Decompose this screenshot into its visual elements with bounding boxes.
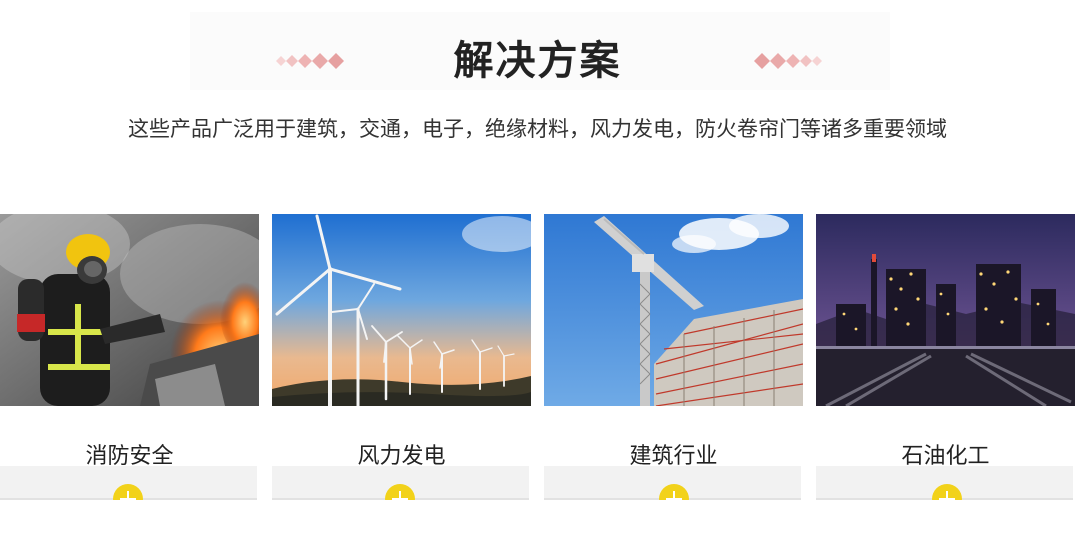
solution-card-wind-power[interactable]: 风力发电 — [272, 214, 531, 514]
firefighter-photo — [0, 214, 259, 406]
solution-card-fire-safety[interactable]: 消防安全 — [0, 214, 259, 514]
wind-turbines-photo — [272, 214, 531, 406]
petrochemical-plant-photo — [816, 214, 1075, 406]
page-bottom-edge — [0, 500, 1075, 538]
section-title: 解决方案 — [453, 38, 622, 84]
solution-card-petrochemical[interactable]: 石油化工 — [816, 214, 1075, 514]
solution-card-construction[interactable]: 建筑行业 — [544, 214, 803, 514]
section-subtitle: 这些产品广泛用于建筑，交通，电子，绝缘材料，风力发电，防火卷帘门等诸多重要领域 — [128, 117, 947, 141]
construction-crane-photo — [544, 214, 803, 406]
